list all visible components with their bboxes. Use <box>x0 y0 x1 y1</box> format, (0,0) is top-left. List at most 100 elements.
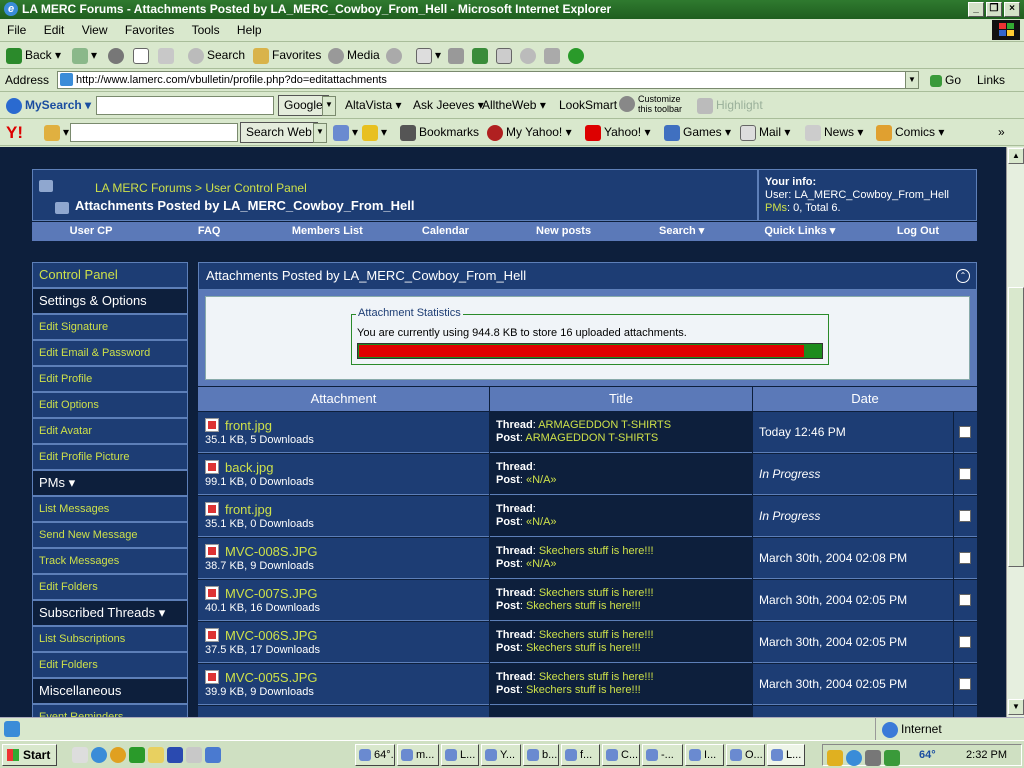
word-icon[interactable] <box>167 747 183 763</box>
taskbar-window-button[interactable]: L... <box>767 744 805 766</box>
taskbar-window-button[interactable]: L... <box>441 744 479 766</box>
nav-faq[interactable]: FAQ <box>150 222 268 241</box>
start-button[interactable]: Start <box>2 744 57 766</box>
attachment-checkbox[interactable] <box>959 468 971 480</box>
discuss-button[interactable] <box>496 46 515 65</box>
breadcrumb-site-link[interactable]: LA MERC Forums <box>95 181 192 195</box>
attachment-checkbox[interactable] <box>959 636 971 648</box>
yahoo-bookmarks[interactable]: Bookmarks <box>400 123 479 142</box>
nav-user-cp[interactable]: User CP <box>32 222 150 241</box>
address-input[interactable]: http://www.lamerc.com/vbulletin/profile.… <box>57 71 919 89</box>
menu-tools[interactable]: Tools <box>185 19 227 41</box>
tray-clover-icon[interactable] <box>884 750 900 767</box>
nav-members-list[interactable]: Members List <box>268 222 386 241</box>
go-button[interactable]: Go <box>930 71 961 90</box>
thread-link[interactable]: Skechers stuff is here!!! <box>539 629 654 641</box>
taskbar-window-button[interactable]: I... <box>685 744 724 766</box>
scroll-thumb[interactable] <box>1008 287 1024 567</box>
sidebar-item[interactable]: Send New Message <box>32 522 188 548</box>
nav-log-out[interactable]: Log Out <box>859 222 977 241</box>
nav-new-posts[interactable]: New posts <box>505 222 623 241</box>
close-button[interactable]: × <box>1004 2 1020 17</box>
links-button[interactable]: Links <box>977 71 1005 90</box>
sidebar-item[interactable]: Edit Avatar <box>32 418 188 444</box>
breadcrumb-page-link[interactable]: User Control Panel <box>205 181 306 195</box>
menu-file[interactable]: File <box>0 19 33 41</box>
post-link[interactable]: «N/A» <box>526 516 557 528</box>
yahoo-alert-button[interactable]: ▾ <box>362 123 387 142</box>
thread-link[interactable]: Skechers stuff is here!!! <box>539 671 654 683</box>
pen-icon[interactable] <box>205 747 221 763</box>
search-button[interactable]: Search <box>188 46 245 65</box>
sidebar-item[interactable]: PMs ▾ <box>32 470 188 496</box>
favorites-button[interactable]: Favorites <box>253 46 321 65</box>
looksmart-link[interactable]: LookSmart <box>559 96 617 115</box>
menu-edit[interactable]: Edit <box>37 19 72 41</box>
toolbar-overflow-chevron-icon[interactable]: » <box>998 123 1005 142</box>
taskbar-window-button[interactable]: 64°... <box>355 744 395 766</box>
sidebar-item[interactable]: Edit Profile Picture <box>32 444 188 470</box>
thread-link[interactable]: ARMAGEDDON T-SHIRTS <box>538 419 671 431</box>
taskbar-window-button[interactable]: C... <box>602 744 640 766</box>
nav-calendar[interactable]: Calendar <box>386 222 504 241</box>
customize-toolbar-button[interactable]: Customize this toolbar <box>619 94 682 114</box>
nav-quick-links[interactable]: Quick Links ▾ <box>741 222 859 241</box>
attachment-filename-link[interactable]: back.jpg <box>225 460 273 475</box>
scroll-up-arrow-icon[interactable]: ▲ <box>1008 148 1024 164</box>
sidebar-item[interactable]: Edit Profile <box>32 366 188 392</box>
column-date[interactable]: Date <box>753 387 977 411</box>
desktop-icon[interactable] <box>72 747 88 763</box>
mysearch-input[interactable] <box>96 96 274 115</box>
post-link[interactable]: «N/A» <box>526 474 557 486</box>
column-title[interactable]: Title <box>490 387 752 411</box>
altavista-link[interactable]: AltaVista ▾ <box>345 96 402 115</box>
alltheweb-link[interactable]: AlltheWeb ▾ <box>482 96 546 115</box>
sidebar-item[interactable]: Edit Email & Password <box>32 340 188 366</box>
sidebar-item[interactable]: Subscribed Threads ▾ <box>32 600 188 626</box>
mail-button[interactable]: ▾ <box>416 46 441 65</box>
attachment-checkbox[interactable] <box>959 426 971 438</box>
maximize-button[interactable]: ❐ <box>986 2 1002 17</box>
print-button[interactable] <box>448 46 467 65</box>
history-button[interactable] <box>386 46 405 65</box>
sidebar-item[interactable]: Control Panel <box>32 262 188 288</box>
attachment-checkbox[interactable] <box>959 510 971 522</box>
media-button[interactable]: Media <box>328 46 380 65</box>
post-link[interactable]: Skechers stuff is here!!! <box>526 600 641 612</box>
taskbar-window-button[interactable]: -... <box>642 744 683 766</box>
post-link[interactable]: Skechers stuff is here!!! <box>526 684 641 696</box>
google-dropdown-arrow[interactable]: ▼ <box>322 96 336 116</box>
yahoo-search-input[interactable] <box>70 123 238 142</box>
sidebar-item[interactable]: Track Messages <box>32 548 188 574</box>
tray-network-icon[interactable] <box>846 750 862 767</box>
research-button[interactable] <box>544 46 563 65</box>
sidebar-item[interactable]: List Messages <box>32 496 188 522</box>
forward-button[interactable]: ▾ <box>72 46 97 65</box>
nav-search[interactable]: Search ▾ <box>623 222 741 241</box>
attachment-filename-link[interactable]: MVC-006S.JPG <box>225 628 317 643</box>
scroll-down-arrow-icon[interactable]: ▼ <box>1008 699 1024 715</box>
yahoo-news[interactable]: News ▾ <box>805 123 863 142</box>
yahoo-logo[interactable]: Y! <box>6 123 23 142</box>
menu-help[interactable]: Help <box>230 19 269 41</box>
yahoo-home[interactable]: Yahoo! ▾ <box>585 123 651 142</box>
address-dropdown-arrow[interactable]: ▼ <box>905 71 919 89</box>
sidebar-item[interactable]: Settings & Options <box>32 288 188 314</box>
sidebar-item[interactable]: Event Reminders <box>32 704 188 717</box>
tray-pencil-icon[interactable] <box>827 750 843 767</box>
minimize-button[interactable]: _ <box>968 2 984 17</box>
attachment-filename-link[interactable]: MVC-005S.JPG <box>225 670 317 685</box>
thread-link[interactable]: Skechers stuff is here!!! <box>539 587 654 599</box>
ie-icon[interactable] <box>91 747 107 763</box>
attachment-filename-link[interactable]: front.jpg <box>225 502 272 517</box>
yahoo-comics[interactable]: Comics ▾ <box>876 123 944 142</box>
menu-favorites[interactable]: Favorites <box>118 19 181 41</box>
attachment-filename-link[interactable]: front.jpg <box>225 418 272 433</box>
taskbar-window-button[interactable]: O... <box>726 744 765 766</box>
sidebar-item[interactable]: List Subscriptions <box>32 626 188 652</box>
sidebar-item[interactable]: Edit Folders <box>32 574 188 600</box>
column-attachment[interactable]: Attachment <box>198 387 489 411</box>
back-button[interactable]: Back ▾ <box>6 46 61 65</box>
tray-temperature[interactable]: 64° <box>919 745 936 765</box>
stop-button[interactable] <box>108 46 127 65</box>
